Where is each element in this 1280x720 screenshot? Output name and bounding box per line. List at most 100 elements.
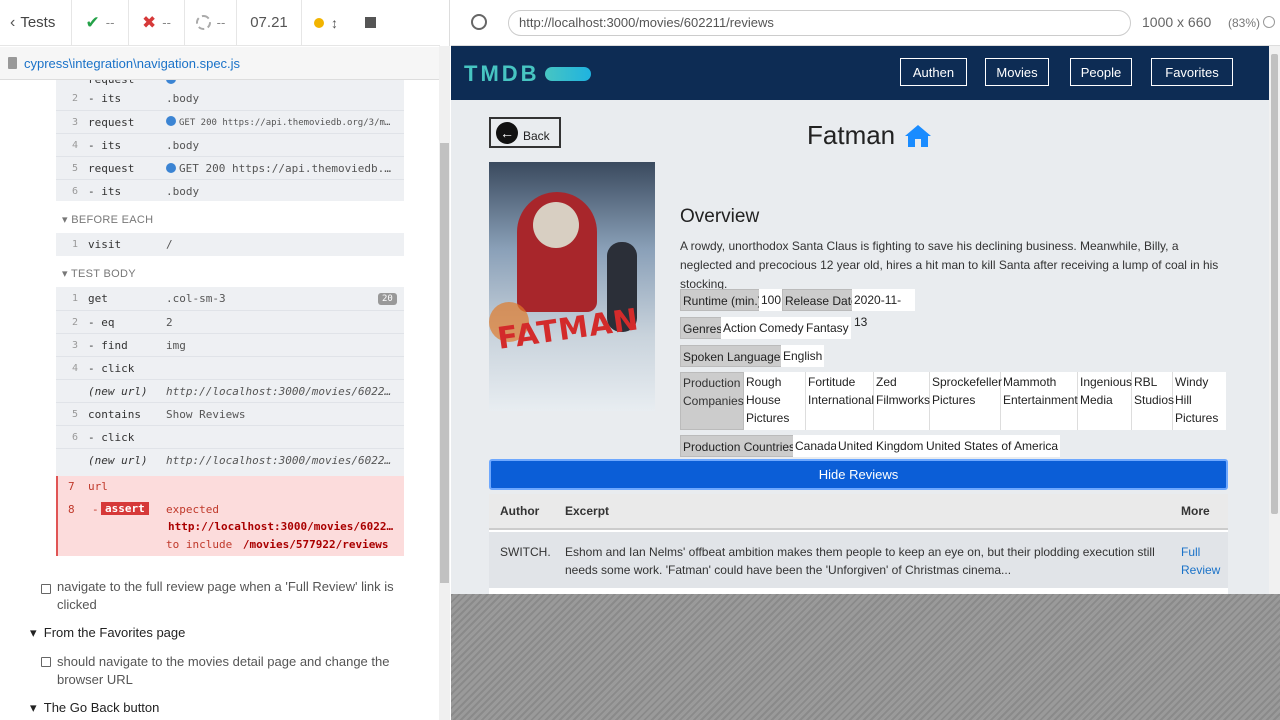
test-body-commands: 1 get .col-sm-3 20 2 - eq 2 3 - find img 4 -… <box>56 287 404 476</box>
country-chip: United Kingdom <box>836 435 926 457</box>
element-count-badge: 20 <box>378 292 397 305</box>
country-chip: United States of America <box>924 435 1061 457</box>
companies-list: Rough House Pictures Fortitude Internationa… <box>744 372 1226 430</box>
back-button[interactable]: ← Back <box>489 117 561 148</box>
runtime-label: Runtime (min.) <box>680 289 765 311</box>
country-chip: Canada <box>793 435 840 457</box>
command-row[interactable]: 6 - click <box>56 425 404 448</box>
command-row[interactable]: 5 request GET 200 https://api.themoviedb.o… <box>56 156 404 179</box>
companies-label: Production Companies <box>680 372 744 430</box>
cross-icon: ✖ <box>142 12 157 32</box>
suite-title[interactable]: ▾ The Go Back button <box>30 700 159 716</box>
countries-label: Production Countries <box>680 435 799 457</box>
aut-url-bar: http://localhost:3000/movies/602211/revi… <box>451 0 1280 46</box>
table-row: SWITCH. Eshom and Ian Nelms' offbeat amb… <box>489 532 1228 588</box>
selector-playground-icon[interactable] <box>471 14 487 30</box>
app-scrollbar[interactable] <box>1269 46 1280 594</box>
test-body-header[interactable]: ▾ TEST BODY <box>62 267 136 280</box>
test-status-checkbox <box>41 657 51 667</box>
company-chip: Windy Hill Pictures <box>1175 375 1219 425</box>
full-review-link[interactable]: Full Review <box>1181 543 1220 579</box>
company-chip: Fortitude International <box>806 372 874 430</box>
command-row[interactable]: 3 - find img <box>56 333 404 356</box>
release-value: 2020-11-13 <box>852 289 915 329</box>
new-url-row[interactable]: (new url) http://localhost:3000/movies/60… <box>56 448 404 471</box>
command-row[interactable]: 4 - click <box>56 356 404 379</box>
test-status-checkbox <box>41 584 51 594</box>
genres-label: Genres <box>680 317 726 339</box>
command-row[interactable]: 4 - its .body <box>56 133 404 156</box>
status-dot-icon <box>314 17 324 28</box>
runner-scrollbar-thumb[interactable] <box>440 143 449 583</box>
command-row[interactable]: 6 - its .body <box>56 179 404 202</box>
nav-authen-button[interactable]: Authen <box>900 58 967 86</box>
command-row[interactable]: 1 get .col-sm-3 20 <box>56 287 404 310</box>
site-logo[interactable]: TMDB <box>464 61 540 87</box>
before-each-commands: 1 visit / <box>56 233 404 256</box>
languages-label: Spoken Languages <box>680 345 790 367</box>
auto-scroll-toggle[interactable]: ↕ <box>302 0 350 46</box>
company-chip: Ingenious Media <box>1078 372 1132 430</box>
reviews-table: Author Excerpt More SWITCH. Eshom and Ia… <box>489 494 1228 594</box>
chevron-left-icon: ‹ <box>10 13 16 31</box>
nav-movies-button[interactable]: Movies <box>985 58 1049 86</box>
app-scrollbar-thumb[interactable] <box>1271 54 1278 514</box>
genre-chip: Action <box>721 317 759 339</box>
company-chip: RBL Studios <box>1132 372 1174 430</box>
new-url-row[interactable]: (new url) http://localhost:3000/movies/60… <box>56 379 404 402</box>
command-row[interactable]: 2 - eq 2 <box>56 310 404 333</box>
hide-reviews-button[interactable]: Hide Reviews <box>489 459 1228 490</box>
app-under-test-panel: http://localhost:3000/movies/602211/revi… <box>451 0 1280 720</box>
viewport-scale: (83%) <box>1228 16 1261 30</box>
check-icon: ✔ <box>85 12 100 32</box>
failed-command-block[interactable]: 7 url 8 - assert expected http://localho… <box>56 476 404 556</box>
test-title[interactable]: navigate to the full review page when a … <box>57 578 397 614</box>
overview-heading: Overview <box>680 206 760 227</box>
tests-back-button[interactable]: ‹ Tests <box>0 0 72 46</box>
command-row[interactable]: 3 request GET 200 https://api.themoviedb.o… <box>56 110 404 133</box>
nav-favorites-button[interactable]: Favorites <box>1151 58 1233 86</box>
spec-file-bar: cypress\integration\navigation.spec.js <box>0 47 440 80</box>
app-frame: TMDB Authen Movies People Favorites ← Ba… <box>451 46 1280 594</box>
command-row[interactable]: 1 visit / <box>56 233 404 256</box>
genre-chip: Fantasy <box>804 317 851 339</box>
overview-text: A rowdy, unorthodox Santa Claus is fight… <box>680 239 1219 291</box>
command-row[interactable]: 2 - its .body <box>56 87 404 110</box>
pending-circle-icon <box>195 15 211 30</box>
site-navbar: TMDB Authen Movies People Favorites <box>451 46 1280 100</box>
before-each-header[interactable]: ▾ BEFORE EACH <box>62 213 153 226</box>
arrow-circle-left-icon: ← <box>496 121 518 144</box>
movie-title: Fatman <box>807 120 933 151</box>
cypress-runner-panel: ‹ Tests ✔ -- ✖ -- -- 07.21 ↕ cypress\int… <box>0 0 450 720</box>
passed-count: ✔ -- <box>72 0 129 46</box>
command-log: request 2 - its.body 3requestGET 200 htt… <box>0 80 440 720</box>
company-chip: Mammoth Entertainment <box>1001 372 1078 430</box>
command-row[interactable]: request <box>56 80 404 87</box>
release-label: Release Date <box>782 289 861 311</box>
home-icon[interactable] <box>903 123 933 149</box>
runtime-value: 100 <box>759 289 784 311</box>
nav-people-button[interactable]: People <box>1070 58 1132 86</box>
viewport-size: 1000 x 660 <box>1142 14 1212 30</box>
company-chip: Zed Filmworks <box>874 372 930 430</box>
scroll-arrows-icon: ↕ <box>331 14 338 31</box>
stop-button[interactable] <box>350 0 390 46</box>
spec-path-link[interactable]: cypress\integration\navigation.spec.js <box>24 56 240 71</box>
url-field[interactable]: http://localhost:3000/movies/602211/revi… <box>508 10 1131 36</box>
command-row[interactable]: 5 contains Show Reviews <box>56 402 404 425</box>
file-icon <box>8 57 17 69</box>
hook-commands: request 2 - its.body 3requestGET 200 htt… <box>56 80 404 201</box>
company-chip: Sprockefeller Pictures <box>930 372 1002 430</box>
assert-badge: assert <box>101 502 149 515</box>
pending-count: -- <box>185 0 237 46</box>
test-title[interactable]: should navigate to the movies detail pag… <box>57 653 397 689</box>
movie-poster: FATMAN <box>489 162 655 411</box>
suite-title[interactable]: ▾ From the Favorites page <box>30 625 185 641</box>
runner-header: ‹ Tests ✔ -- ✖ -- -- 07.21 ↕ <box>0 0 440 46</box>
info-icon[interactable] <box>1263 16 1275 28</box>
table-header: Author Excerpt More <box>489 494 1228 530</box>
duration: 07.21 <box>237 0 302 46</box>
movie-detail-content: ← Back Fatman FATMAN Overview A rowdy, u… <box>451 100 1269 594</box>
company-chip: Rough House Pictures <box>744 372 806 430</box>
logo-pill <box>545 67 591 81</box>
